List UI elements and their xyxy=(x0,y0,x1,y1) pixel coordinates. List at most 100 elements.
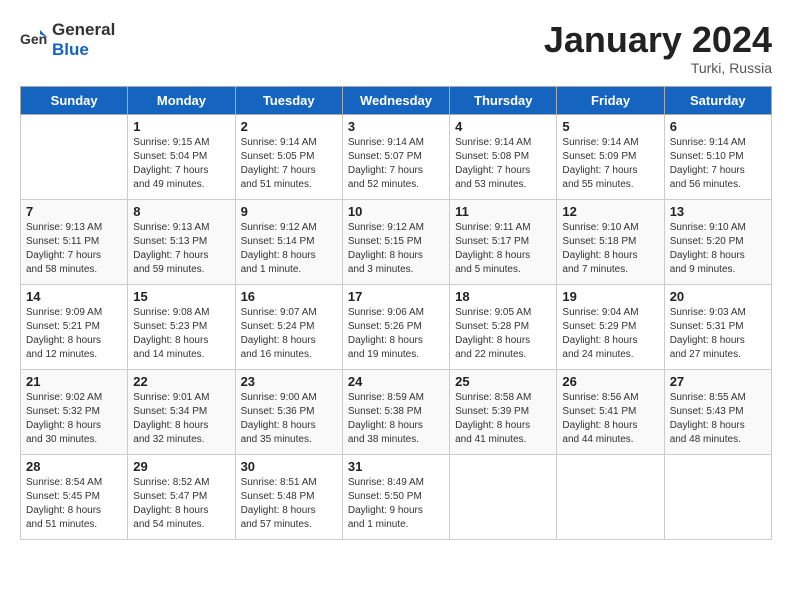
day-number: 30 xyxy=(241,459,337,474)
calendar-cell: 29Sunrise: 8:52 AM Sunset: 5:47 PM Dayli… xyxy=(128,454,235,539)
calendar-cell: 27 Sunrise: 8:55 AM Sunset: 5:43 PM Dayli… xyxy=(664,369,771,454)
day-number: 20 xyxy=(670,289,766,304)
day-number: 1 xyxy=(133,119,229,134)
day-info: Sunrise: 9:12 AM Sunset: 5:14 PM Dayligh… xyxy=(241,221,337,277)
logo-blue: Blue xyxy=(52,40,89,59)
day-header-thursday: Thursday xyxy=(450,86,557,114)
day-number: 17 xyxy=(348,289,444,304)
day-number: 23 xyxy=(241,374,337,389)
calendar-cell: 25 Sunrise: 8:58 AM Sunset: 5:39 PM Dayli… xyxy=(450,369,557,454)
calendar-cell: 26 Sunrise: 8:56 AM Sunset: 5:41 PM Dayli… xyxy=(557,369,664,454)
day-header-sunday: Sunday xyxy=(21,86,128,114)
day-number: 27 xyxy=(670,374,766,389)
calendar-cell: 9 Sunrise: 9:12 AM Sunset: 5:14 PM Daylig… xyxy=(235,199,342,284)
calendar-cell: 13 Sunrise: 9:10 AM Sunset: 5:20 PM Dayli… xyxy=(664,199,771,284)
calendar-cell: 5Sunrise: 9:14 AM Sunset: 5:09 PM Daylig… xyxy=(557,114,664,199)
day-number: 24 xyxy=(348,374,444,389)
day-number: 22 xyxy=(133,374,229,389)
calendar-cell: 8Sunrise: 9:13 AM Sunset: 5:13 PM Daylig… xyxy=(128,199,235,284)
day-info: Sunrise: 9:13 AM Sunset: 5:11 PM Dayligh… xyxy=(26,221,122,277)
calendar-cell: 11 Sunrise: 9:11 AM Sunset: 5:17 PM Dayli… xyxy=(450,199,557,284)
day-info: Sunrise: 9:12 AM Sunset: 5:15 PM Dayligh… xyxy=(348,221,444,277)
day-info: Sunrise: 9:05 AM Sunset: 5:28 PM Dayligh… xyxy=(455,306,551,362)
day-number: 12 xyxy=(562,204,658,219)
calendar-cell: 3Sunrise: 9:14 AM Sunset: 5:07 PM Daylig… xyxy=(342,114,449,199)
calendar-cell: 23 Sunrise: 9:00 AM Sunset: 5:36 PM Dayli… xyxy=(235,369,342,454)
day-number: 5 xyxy=(562,119,658,134)
calendar-table: SundayMondayTuesdayWednesdayThursdayFrid… xyxy=(20,86,772,540)
calendar-cell: 14 Sunrise: 9:09 AM Sunset: 5:21 PM Dayli… xyxy=(21,284,128,369)
calendar-cell: 31Sunrise: 8:49 AM Sunset: 5:50 PM Dayli… xyxy=(342,454,449,539)
day-info: Sunrise: 8:58 AM Sunset: 5:39 PM Dayligh… xyxy=(455,391,551,447)
day-number: 21 xyxy=(26,374,122,389)
title-block: January 2024 Turki, Russia xyxy=(544,20,772,76)
calendar-cell: 7 Sunrise: 9:13 AM Sunset: 5:11 PM Daylig… xyxy=(21,199,128,284)
logo: General General Blue xyxy=(20,20,115,60)
calendar-cell: 1 Sunrise: 9:15 AM Sunset: 5:04 PM Daylig… xyxy=(128,114,235,199)
day-info: Sunrise: 8:49 AM Sunset: 5:50 PM Dayligh… xyxy=(348,476,444,532)
day-info: Sunrise: 9:13 AM Sunset: 5:13 PM Dayligh… xyxy=(133,221,229,277)
day-info: Sunrise: 8:55 AM Sunset: 5:43 PM Dayligh… xyxy=(670,391,766,447)
day-info: Sunrise: 9:07 AM Sunset: 5:24 PM Dayligh… xyxy=(241,306,337,362)
day-number: 16 xyxy=(241,289,337,304)
calendar-cell: 30 Sunrise: 8:51 AM Sunset: 5:48 PM Dayli… xyxy=(235,454,342,539)
subtitle: Turki, Russia xyxy=(544,60,772,76)
calendar-cell: 15 Sunrise: 9:08 AM Sunset: 5:23 PM Dayli… xyxy=(128,284,235,369)
day-header-saturday: Saturday xyxy=(664,86,771,114)
day-info: Sunrise: 8:51 AM Sunset: 5:48 PM Dayligh… xyxy=(241,476,337,532)
calendar-cell: 24 Sunrise: 8:59 AM Sunset: 5:38 PM Dayli… xyxy=(342,369,449,454)
day-number: 25 xyxy=(455,374,551,389)
day-number: 28 xyxy=(26,459,122,474)
calendar-cell: 20 Sunrise: 9:03 AM Sunset: 5:31 PM Dayli… xyxy=(664,284,771,369)
calendar-cell: 16 Sunrise: 9:07 AM Sunset: 5:24 PM Dayli… xyxy=(235,284,342,369)
day-number: 9 xyxy=(241,204,337,219)
calendar-cell: 10 Sunrise: 9:12 AM Sunset: 5:15 PM Dayli… xyxy=(342,199,449,284)
day-info: Sunrise: 9:03 AM Sunset: 5:31 PM Dayligh… xyxy=(670,306,766,362)
day-info: Sunrise: 9:08 AM Sunset: 5:23 PM Dayligh… xyxy=(133,306,229,362)
day-info: Sunrise: 9:09 AM Sunset: 5:21 PM Dayligh… xyxy=(26,306,122,362)
day-number: 10 xyxy=(348,204,444,219)
day-info: Sunrise: 9:10 AM Sunset: 5:18 PM Dayligh… xyxy=(562,221,658,277)
day-header-tuesday: Tuesday xyxy=(235,86,342,114)
day-header-monday: Monday xyxy=(128,86,235,114)
day-number: 13 xyxy=(670,204,766,219)
day-info: Sunrise: 9:14 AM Sunset: 5:10 PM Dayligh… xyxy=(670,136,766,192)
day-number: 3 xyxy=(348,119,444,134)
month-title: January 2024 xyxy=(544,20,772,60)
calendar-cell xyxy=(557,454,664,539)
day-info: Sunrise: 9:06 AM Sunset: 5:26 PM Dayligh… xyxy=(348,306,444,362)
page-header: General General Blue January 2024 Turki,… xyxy=(20,20,772,76)
logo-icon: General xyxy=(20,26,48,54)
day-number: 7 xyxy=(26,204,122,219)
day-info: Sunrise: 9:00 AM Sunset: 5:36 PM Dayligh… xyxy=(241,391,337,447)
calendar-cell: 6 Sunrise: 9:14 AM Sunset: 5:10 PM Daylig… xyxy=(664,114,771,199)
day-info: Sunrise: 8:59 AM Sunset: 5:38 PM Dayligh… xyxy=(348,391,444,447)
day-number: 14 xyxy=(26,289,122,304)
day-header-friday: Friday xyxy=(557,86,664,114)
calendar-cell: 28Sunrise: 8:54 AM Sunset: 5:45 PM Dayli… xyxy=(21,454,128,539)
day-info: Sunrise: 9:02 AM Sunset: 5:32 PM Dayligh… xyxy=(26,391,122,447)
day-number: 11 xyxy=(455,204,551,219)
day-number: 18 xyxy=(455,289,551,304)
calendar-cell xyxy=(450,454,557,539)
day-number: 15 xyxy=(133,289,229,304)
calendar-cell: 2Sunrise: 9:14 AM Sunset: 5:05 PM Daylig… xyxy=(235,114,342,199)
day-info: Sunrise: 9:11 AM Sunset: 5:17 PM Dayligh… xyxy=(455,221,551,277)
day-number: 26 xyxy=(562,374,658,389)
calendar-cell: 4Sunrise: 9:14 AM Sunset: 5:08 PM Daylig… xyxy=(450,114,557,199)
logo-general: General xyxy=(52,20,115,39)
calendar-cell: 19 Sunrise: 9:04 AM Sunset: 5:29 PM Dayli… xyxy=(557,284,664,369)
day-info: Sunrise: 8:56 AM Sunset: 5:41 PM Dayligh… xyxy=(562,391,658,447)
day-info: Sunrise: 9:01 AM Sunset: 5:34 PM Dayligh… xyxy=(133,391,229,447)
calendar-cell xyxy=(21,114,128,199)
day-info: Sunrise: 9:04 AM Sunset: 5:29 PM Dayligh… xyxy=(562,306,658,362)
day-number: 19 xyxy=(562,289,658,304)
day-info: Sunrise: 8:52 AM Sunset: 5:47 PM Dayligh… xyxy=(133,476,229,532)
calendar-cell: 22 Sunrise: 9:01 AM Sunset: 5:34 PM Dayli… xyxy=(128,369,235,454)
day-number: 6 xyxy=(670,119,766,134)
day-info: Sunrise: 9:14 AM Sunset: 5:05 PM Dayligh… xyxy=(241,136,337,192)
calendar-cell: 21 Sunrise: 9:02 AM Sunset: 5:32 PM Dayli… xyxy=(21,369,128,454)
day-info: Sunrise: 9:15 AM Sunset: 5:04 PM Dayligh… xyxy=(133,136,229,192)
day-info: Sunrise: 9:10 AM Sunset: 5:20 PM Dayligh… xyxy=(670,221,766,277)
calendar-cell: 17 Sunrise: 9:06 AM Sunset: 5:26 PM Dayli… xyxy=(342,284,449,369)
